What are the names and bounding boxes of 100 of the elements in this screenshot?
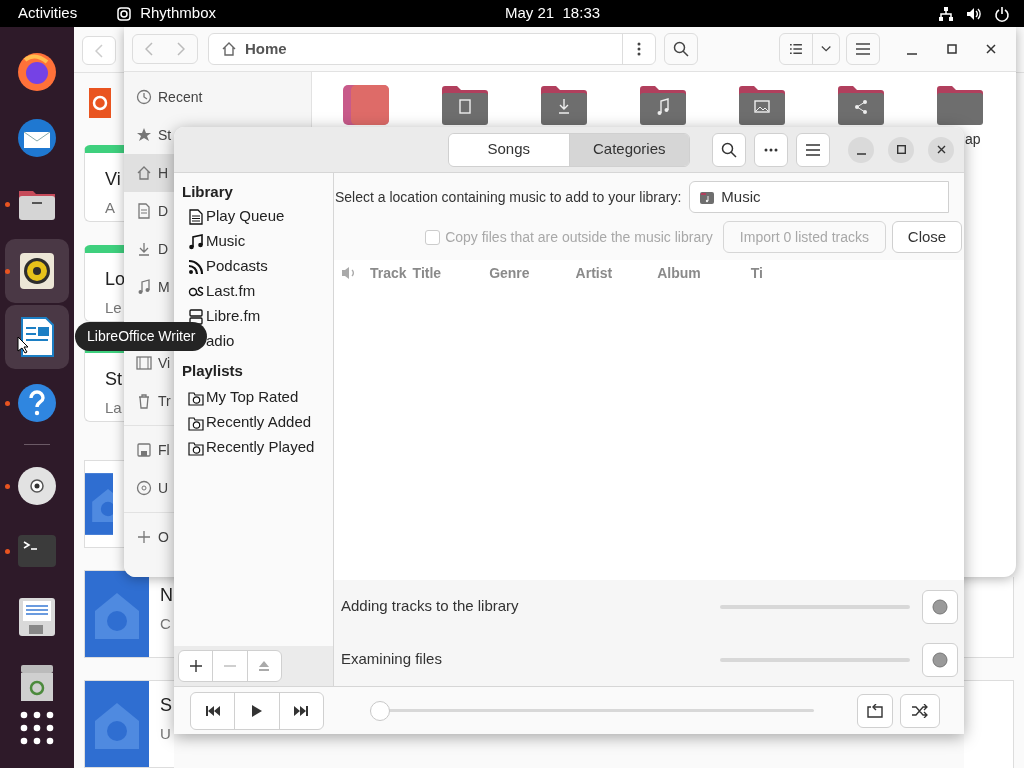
eject-icon [258,660,271,672]
view-buttons[interactable] [779,33,840,65]
folder-icon[interactable] [838,85,884,125]
card-title: Vi [105,168,121,191]
shuffle-button[interactable] [900,693,940,728]
logo-icon [89,88,111,118]
minimize-icon [856,152,866,155]
next-icon [294,705,309,716]
play-icon [252,704,262,717]
folder-icon[interactable] [937,85,983,125]
folder-icon[interactable] [640,85,686,125]
menu-button[interactable] [796,132,830,167]
stop-button[interactable] [922,589,958,624]
clock[interactable]: May 21 18:33 [505,2,601,25]
envelope-icon[interactable] [15,116,59,160]
folder-icon [700,190,715,204]
card[interactable]: S U [84,680,174,768]
close-icon [936,145,946,154]
search-button[interactable] [712,132,746,167]
stop-button[interactable] [922,642,958,677]
more-icon [764,147,778,152]
sidebar-item[interactable]: H [124,154,174,192]
sidebar-item[interactable]: St [124,116,174,154]
card-title: S [160,694,172,717]
tab[interactable]: Songs [449,133,569,166]
folder-icon[interactable] [541,85,587,125]
activities-button[interactable]: Activities [18,2,78,25]
library-item[interactable]: Music [174,229,333,254]
progress-label: Examining files [341,649,442,670]
repeat-button[interactable] [857,693,893,728]
library-item[interactable]: Last.fm [174,279,333,304]
app-name[interactable]: Rhythmbox [140,2,217,25]
card[interactable] [84,460,124,548]
help-icon[interactable] [15,381,59,425]
play-button[interactable] [234,692,280,729]
path-bar[interactable]: Home [208,33,656,65]
sidebar-item[interactable]: O [124,518,174,556]
shuffle-icon [912,703,928,718]
library-item[interactable]: Podcasts [174,254,333,279]
drive-icon [136,442,152,458]
playlist-item[interactable]: Recently Added [174,410,333,435]
search-button[interactable] [664,33,698,65]
location-button[interactable]: Music [689,181,950,213]
sidebar-item[interactable]: Recent [124,78,311,116]
music-note-icon [188,233,204,250]
close-button[interactable]: Close [892,221,962,253]
sidebar-item[interactable]: D [124,230,174,268]
sidebar-item[interactable]: M [124,268,174,306]
menu-button[interactable] [846,33,880,65]
card[interactable]: N C [84,570,174,658]
sidebar-item[interactable]: U [124,469,174,507]
app-icon [117,6,132,21]
trash-icon [136,393,152,409]
home-icon [221,41,237,57]
playlist-item[interactable]: Recently Played [174,435,333,460]
document-icon [188,208,204,225]
sidebar-item[interactable]: Fl [124,431,174,469]
card-subtitle: U [160,724,171,744]
network-icon[interactable] [938,5,954,22]
slider-thumb[interactable] [370,700,390,721]
clock-icon [136,89,152,105]
library-item[interactable]: Play Queue [174,204,333,229]
position-slider[interactable] [370,700,814,721]
card-subtitle: Le [105,298,122,318]
close-button[interactable] [928,136,954,163]
search-icon [673,41,689,57]
repeat-icon [867,703,883,718]
card-subtitle: La [105,398,122,418]
checkbox-label: Copy files that are outside the music library [445,227,713,247]
sidebar-item[interactable]: D [124,192,174,230]
card[interactable]: Vi A [84,145,124,222]
path-label[interactable]: Home [245,37,287,61]
plus-icon [136,529,152,545]
maximize-icon [896,145,906,154]
stop-icon [932,651,948,668]
more-icon[interactable] [637,42,641,56]
card[interactable]: Lo Le [84,245,124,322]
progress-label: Adding tracks to the library [341,596,519,617]
maximize-button[interactable] [888,136,914,163]
star-icon [136,127,152,143]
playlist-item[interactable]: My Top Rated [174,385,333,410]
chevron-down-icon[interactable] [820,45,831,53]
sidebar-item[interactable]: Tr [124,382,174,420]
close-icon[interactable] [986,44,996,54]
minimize-button[interactable] [848,136,874,163]
folder-icon[interactable] [739,85,785,125]
maximize-icon[interactable] [947,44,957,54]
card-icon [85,681,149,767]
card-title: St [105,368,122,391]
folder-icon[interactable] [442,85,488,125]
folder-label[interactable]: ap [965,129,981,150]
disc-icon [136,480,152,496]
power-icon[interactable] [994,5,1010,22]
smart-playlist-icon [188,414,204,431]
firefox-icon[interactable] [15,50,59,94]
disc-icon[interactable] [15,464,59,508]
search-icon [721,141,737,158]
list-view-icon[interactable] [790,43,802,55]
tab[interactable]: Categories [568,133,689,166]
card-subtitle: C [160,614,171,634]
